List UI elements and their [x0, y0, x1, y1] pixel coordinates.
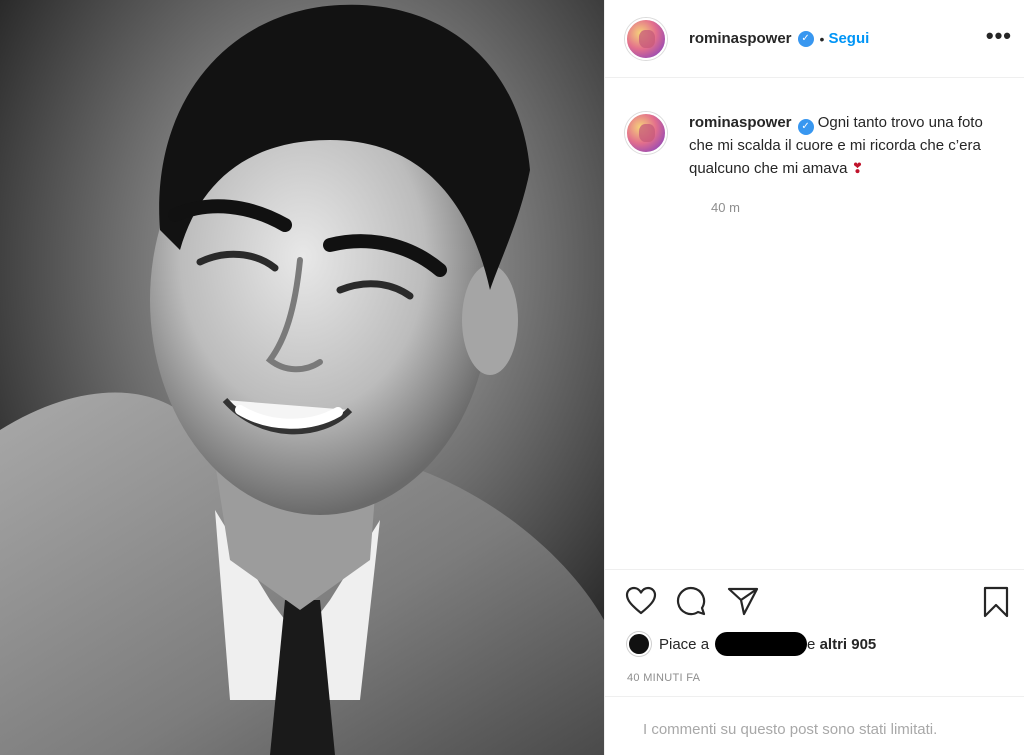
paper-plane-icon[interactable]: [727, 586, 759, 621]
redacted-username: [715, 632, 808, 656]
portrait-illustration: [0, 0, 604, 755]
comments-limited-notice: I commenti su questo post sono stati lim…: [605, 696, 1024, 755]
liker-avatar[interactable]: [627, 632, 651, 656]
likes-count[interactable]: e altri 905: [807, 636, 876, 653]
verified-badge-icon: ✓: [797, 30, 814, 47]
separator-dot: •: [819, 30, 825, 47]
post-timestamp[interactable]: 40 MINUTI FA: [627, 672, 700, 684]
post-photo[interactable]: [0, 0, 604, 755]
caption-area: rominaspower ✓ Ogni tanto trovo una foto …: [605, 78, 1024, 570]
caption-username[interactable]: rominaspower: [689, 114, 792, 131]
caption-avatar[interactable]: [625, 112, 667, 154]
username-link[interactable]: rominaspower: [689, 30, 792, 47]
caption-verified-badge-icon: ✓: [797, 119, 814, 135]
caption-row: rominaspower ✓ Ogni tanto trovo una foto …: [625, 112, 1004, 180]
heart-exclamation-emoji: ❣: [851, 160, 864, 176]
caption-time[interactable]: 40 m: [711, 200, 1004, 215]
caption-text: rominaspower ✓ Ogni tanto trovo una foto …: [689, 112, 989, 180]
post-actions-bar: [625, 582, 1010, 622]
post-header: rominaspower ✓ • Segui •••: [605, 0, 1024, 78]
heart-outline-icon[interactable]: [625, 586, 657, 621]
profile-avatar[interactable]: [625, 17, 667, 60]
post-details-panel: rominaspower ✓ • Segui ••• rominaspower ✓…: [604, 0, 1024, 755]
bookmark-icon[interactable]: [982, 586, 1010, 623]
comment-bubble-icon[interactable]: [675, 586, 707, 621]
likes-prefix: Piace a: [659, 635, 710, 653]
follow-button[interactable]: Segui: [828, 30, 869, 47]
more-options-icon[interactable]: •••: [986, 25, 1012, 47]
likes-summary[interactable]: Piace a e altri 905: [627, 632, 876, 656]
